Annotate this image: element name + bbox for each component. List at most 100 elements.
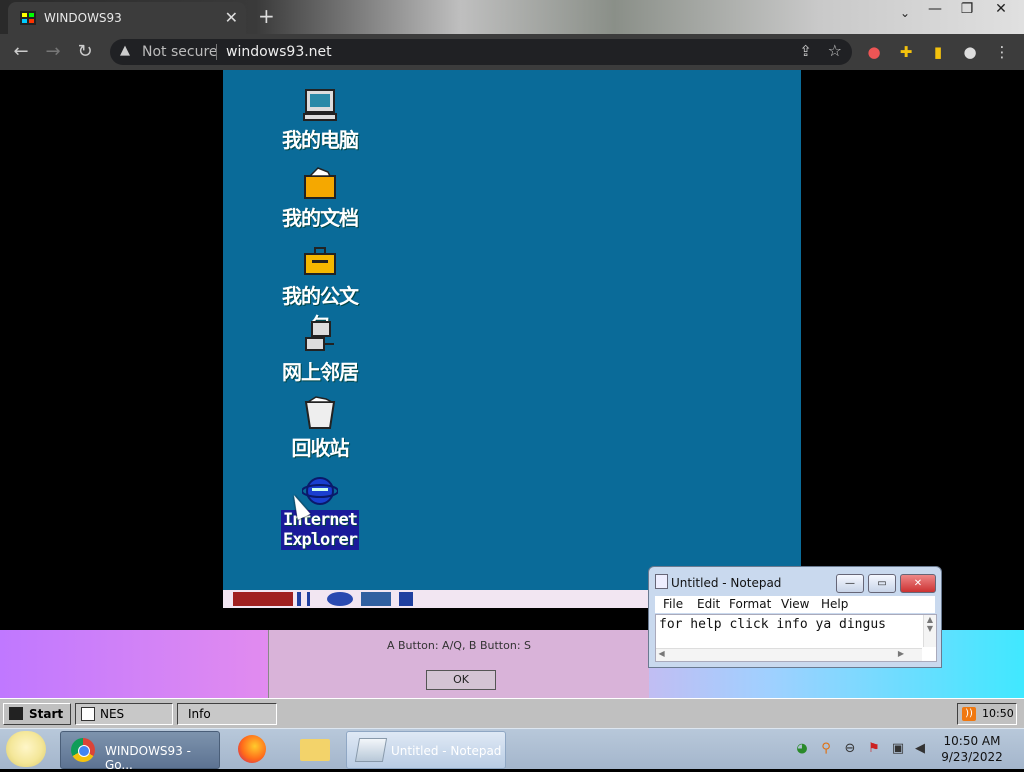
extensions-puzzle-icon[interactable]: ✚	[896, 42, 916, 62]
tray-app-icon[interactable]: ⊖	[842, 741, 858, 757]
tray-flag-icon[interactable]: ⚑	[866, 741, 882, 757]
briefcase-icon	[302, 244, 338, 278]
menu-file[interactable]: File	[663, 597, 683, 611]
warning-triangle-icon[interactable]: ▲	[120, 43, 130, 58]
strip-graphic	[297, 592, 301, 606]
browser-tab-strip: WINDOWS93 ✕ + ⌄ — ❐ ✕	[0, 0, 1024, 34]
clock-date: 9/23/2022	[941, 750, 1003, 764]
taskbar-chrome-button[interactable]: WINDOWS93 - Go...	[60, 731, 220, 772]
computer-icon	[302, 88, 338, 122]
profile-avatar-icon[interactable]: ●	[960, 42, 980, 62]
task-label: Untitled - Notepad	[391, 744, 502, 758]
reload-icon[interactable]: ↻	[74, 41, 96, 63]
taskbar-explorer-button[interactable]	[288, 731, 340, 767]
taskbar-notepad-button[interactable]: Untitled - Notepad	[346, 731, 506, 769]
maximize-button[interactable]: ▭	[868, 574, 896, 593]
window-icon	[81, 707, 95, 721]
icon-label: 网上邻居	[282, 360, 359, 384]
notepad-content[interactable]: for help click info ya dingus	[659, 617, 886, 632]
controls-hint: A Button: A/Q, B Button: S	[386, 639, 532, 652]
w93-task-info[interactable]: Info	[177, 703, 277, 725]
notepad-title: Untitled - Notepad	[671, 576, 782, 590]
menu-help[interactable]: Help	[821, 597, 848, 611]
vertical-scrollbar[interactable]: ▲ ▼	[923, 615, 936, 647]
w93-tray: )) 10:50	[957, 703, 1017, 725]
tray-network-icon[interactable]: ▣	[890, 741, 906, 757]
internet-explorer-icon	[301, 474, 339, 508]
window-restore-button[interactable]: ❐	[950, 0, 984, 18]
forward-arrow-icon[interactable]: →	[42, 41, 64, 63]
game-status-strip	[223, 590, 653, 608]
share-icon[interactable]: ⇪	[799, 42, 812, 60]
notepad-menubar: File Edit Format View Help	[655, 596, 935, 613]
strip-graphic	[327, 592, 353, 606]
url-text[interactable]: windows93.net	[226, 44, 332, 60]
taskbar-firefox-button[interactable]	[226, 731, 278, 767]
new-tab-button[interactable]: +	[258, 4, 275, 28]
icon-label-line: Explorer	[283, 530, 358, 550]
clock-time: 10:50 AM	[943, 734, 1001, 748]
rss-icon[interactable]: ))	[962, 707, 976, 721]
icon-label: 我的文档	[282, 206, 359, 230]
icon-label: 回收站	[291, 436, 350, 460]
tab-title: WINDOWS93	[44, 11, 122, 25]
w93-task-nes-emulator[interactable]: NES Emula...	[75, 703, 173, 741]
divider	[216, 44, 217, 60]
tray-network-status-icon[interactable]: ◕	[794, 741, 810, 757]
notepad-icon	[655, 574, 668, 589]
w93-taskbar: Start NES Emula... Info )) 10:50	[0, 698, 1024, 741]
start-label: Start	[29, 707, 64, 721]
icon-label: Internet Explorer	[281, 510, 359, 550]
notepad-text-area[interactable]: for help click info ya dingus ▲ ▼ ◀ ▶	[655, 614, 937, 662]
windows93-favicon-icon	[20, 11, 36, 25]
close-button[interactable]: ✕	[900, 574, 936, 593]
menu-edit[interactable]: Edit	[697, 597, 720, 611]
chrome-icon	[71, 738, 95, 762]
extension-flag-icon[interactable]: ●	[864, 42, 884, 62]
os-start-orb[interactable]	[6, 731, 46, 767]
side-panel-icon[interactable]: ▮	[928, 42, 948, 62]
strip-graphic	[307, 592, 310, 606]
recycle-bin-icon	[302, 396, 338, 430]
task-label: Info	[188, 707, 211, 721]
desktop-icon-recycle-bin[interactable]: 回收站	[275, 396, 365, 461]
horizontal-scrollbar[interactable]: ◀ ▶	[656, 648, 922, 661]
w93-start-button[interactable]: Start	[3, 703, 71, 725]
browser-tab[interactable]: WINDOWS93 ✕	[8, 2, 246, 34]
desktop-icon-internet-explorer[interactable]: Internet Explorer	[275, 474, 365, 550]
desktop-icon-network-neighborhood[interactable]: 网上邻居	[275, 320, 365, 385]
documents-folder-icon	[302, 166, 338, 200]
minimize-button[interactable]: —	[836, 574, 864, 593]
icon-label: 我的电脑	[282, 128, 359, 152]
window-minimize-button[interactable]: —	[918, 0, 952, 18]
back-arrow-icon[interactable]: ←	[10, 41, 32, 63]
address-bar[interactable]: ▲ Not secure windows93.net ⇪ ☆	[110, 39, 852, 65]
os-taskbar: WINDOWS93 - Go... Untitled - Notepad ◕ ⚲…	[0, 728, 1024, 772]
desktop-icon-my-documents[interactable]: 我的文档	[275, 166, 365, 231]
menu-view[interactable]: View	[781, 597, 809, 611]
browser-toolbar: ← → ↻ ▲ Not secure windows93.net ⇪ ☆ ● ✚…	[0, 34, 1024, 70]
bookmark-star-icon[interactable]: ☆	[828, 41, 842, 60]
ok-button[interactable]: OK	[426, 670, 496, 690]
notepad-window[interactable]: Untitled - Notepad — ▭ ✕ File Edit Forma…	[648, 566, 942, 668]
w93-clock: 10:50	[982, 707, 1014, 720]
folder-icon	[300, 739, 330, 761]
firefox-icon	[238, 735, 266, 763]
strip-graphic	[361, 592, 391, 606]
tab-search-chevron-icon[interactable]: ⌄	[900, 6, 910, 20]
more-menu-icon[interactable]: ⋮	[992, 42, 1012, 62]
strip-graphic	[233, 592, 293, 606]
tray-search-icon[interactable]: ⚲	[818, 741, 834, 757]
windows93-logo-icon	[9, 707, 23, 720]
network-icon	[302, 320, 338, 354]
strip-graphic	[399, 592, 413, 606]
desktop-icon-my-computer[interactable]: 我的电脑	[275, 88, 365, 153]
tab-close-icon[interactable]: ✕	[225, 8, 238, 27]
notepad-icon	[354, 738, 388, 762]
nes-emulator-dialog: ​ A Button: A/Q, B Button: S OK	[268, 630, 649, 698]
tray-volume-icon[interactable]: ◀	[912, 741, 928, 757]
os-clock[interactable]: 10:50 AM 9/23/2022	[930, 733, 1014, 765]
security-label[interactable]: Not secure	[142, 44, 218, 60]
menu-format[interactable]: Format	[729, 597, 771, 611]
window-close-button[interactable]: ✕	[984, 0, 1018, 18]
